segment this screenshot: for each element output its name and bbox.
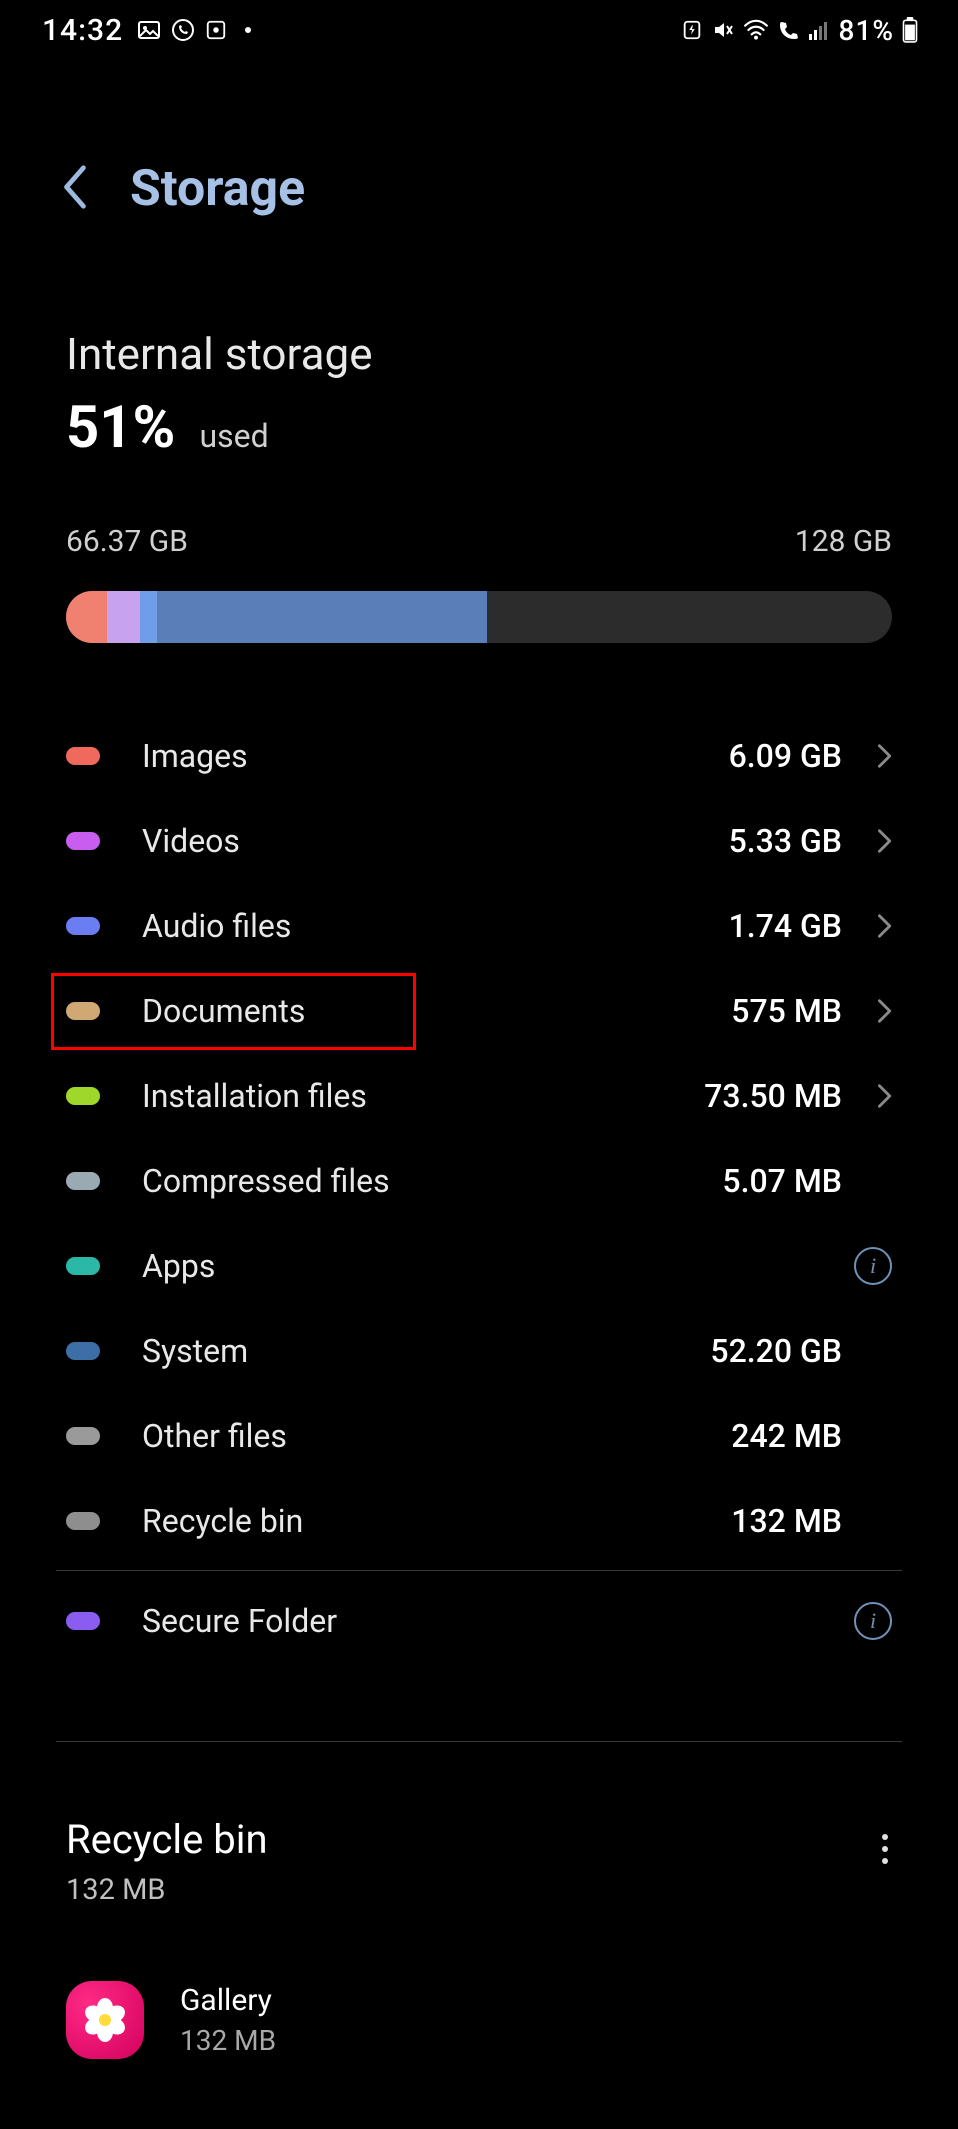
recycle-app-size: 132 MB bbox=[180, 2024, 276, 2057]
category-color-pill bbox=[66, 917, 100, 935]
status-bar: 14:32 81% bbox=[0, 0, 958, 60]
page-header: Storage bbox=[0, 60, 958, 218]
category-label: Compressed files bbox=[142, 1162, 722, 1200]
category-size: 1.74 GB bbox=[729, 907, 842, 945]
flower-icon bbox=[85, 2000, 125, 2040]
category-label: Audio files bbox=[142, 907, 729, 945]
used-gb: 66.37 GB bbox=[66, 524, 188, 559]
chevron-right-icon bbox=[842, 912, 892, 940]
call-icon bbox=[777, 18, 801, 42]
signal-icon bbox=[809, 20, 831, 40]
category-size: 5.07 MB bbox=[722, 1162, 842, 1200]
category-size: 575 MB bbox=[731, 992, 842, 1030]
category-color-pill bbox=[66, 1612, 100, 1630]
category-color-pill bbox=[66, 1427, 100, 1445]
divider bbox=[56, 1570, 902, 1571]
used-label: used bbox=[199, 417, 268, 455]
category-size: 5.33 GB bbox=[729, 822, 842, 860]
recycle-app-row[interactable]: Gallery 132 MB bbox=[66, 1981, 892, 2059]
category-label: System bbox=[142, 1332, 710, 1370]
category-installation[interactable]: Installation files73.50 MB bbox=[56, 1053, 902, 1138]
category-size: 73.50 MB bbox=[704, 1077, 842, 1115]
usage-segment bbox=[140, 591, 157, 643]
chevron-right-icon bbox=[842, 997, 892, 1025]
category-color-pill bbox=[66, 1172, 100, 1190]
category-label: Images bbox=[142, 737, 729, 775]
category-documents[interactable]: Documents575 MB bbox=[56, 968, 902, 1053]
category-audio[interactable]: Audio files1.74 GB bbox=[56, 883, 902, 968]
status-left: 14:32 bbox=[42, 13, 251, 48]
chevron-right-icon bbox=[842, 827, 892, 855]
page-title: Storage bbox=[130, 160, 305, 218]
category-images[interactable]: Images6.09 GB bbox=[56, 713, 902, 798]
recycle-bin-title: Recycle bin bbox=[66, 1816, 268, 1863]
category-color-pill bbox=[66, 1087, 100, 1105]
chevron-right-icon bbox=[842, 1082, 892, 1110]
storage-summary: Internal storage 51% used 66.37 GB 128 G… bbox=[0, 218, 958, 643]
category-label: Documents bbox=[142, 992, 731, 1030]
category-color-pill bbox=[66, 832, 100, 850]
category-size: 6.09 GB bbox=[729, 737, 842, 775]
status-right: 81% bbox=[681, 14, 918, 47]
category-label: Installation files bbox=[142, 1077, 704, 1115]
category-color-pill bbox=[66, 747, 100, 765]
category-compressed: Compressed files5.07 MB bbox=[56, 1138, 902, 1223]
power-save-icon bbox=[681, 19, 703, 41]
recycle-app-name: Gallery bbox=[180, 1983, 276, 2018]
internal-storage-label: Internal storage bbox=[66, 328, 892, 380]
category-other: Other files242 MB bbox=[56, 1393, 902, 1478]
category-label: Other files bbox=[142, 1417, 731, 1455]
info-icon[interactable]: i bbox=[842, 1247, 892, 1285]
category-label: Videos bbox=[142, 822, 729, 860]
gallery-app-icon bbox=[66, 1981, 144, 2059]
total-gb: 128 GB bbox=[795, 524, 892, 559]
usage-bar bbox=[66, 591, 892, 643]
whatsapp-icon bbox=[171, 18, 195, 42]
category-system: System52.20 GB bbox=[56, 1308, 902, 1393]
category-size: 52.20 GB bbox=[710, 1332, 842, 1370]
category-videos[interactable]: Videos5.33 GB bbox=[56, 798, 902, 883]
usage-segment bbox=[107, 591, 140, 643]
usage-segment bbox=[157, 591, 487, 643]
category-label: Recycle bin bbox=[142, 1502, 731, 1540]
category-size: 132 MB bbox=[731, 1502, 842, 1540]
category-color-pill bbox=[66, 1512, 100, 1530]
category-label: Secure Folder bbox=[142, 1602, 842, 1640]
battery-percent: 81% bbox=[839, 14, 894, 47]
app-notif-icon bbox=[205, 19, 227, 41]
chevron-right-icon bbox=[842, 742, 892, 770]
category-recyclebin: Recycle bin132 MB bbox=[56, 1478, 902, 1563]
recycle-bin-size: 132 MB bbox=[66, 1873, 268, 1907]
category-label: Apps bbox=[142, 1247, 842, 1285]
photos-icon bbox=[137, 18, 161, 42]
category-apps[interactable]: Appsi bbox=[56, 1223, 902, 1308]
overflow-menu-button[interactable] bbox=[882, 1816, 892, 1864]
wifi-icon bbox=[743, 19, 769, 41]
category-color-pill bbox=[66, 1257, 100, 1275]
usage-segment bbox=[66, 591, 107, 643]
mute-icon bbox=[711, 18, 735, 42]
battery-icon bbox=[902, 17, 918, 43]
back-button[interactable] bbox=[60, 163, 90, 215]
category-color-pill bbox=[66, 1002, 100, 1020]
info-icon[interactable]: i bbox=[842, 1602, 892, 1640]
category-list: Images6.09 GBVideos5.33 GBAudio files1.7… bbox=[0, 643, 958, 1663]
more-notif-dot bbox=[245, 27, 251, 33]
category-securefolder[interactable]: Secure Folderi bbox=[56, 1578, 902, 1663]
category-size: 242 MB bbox=[731, 1417, 842, 1455]
storage-percent: 51% bbox=[66, 394, 175, 462]
status-time: 14:32 bbox=[42, 13, 123, 48]
recycle-bin-section: Recycle bin 132 MB Gallery 132 MB bbox=[0, 1742, 958, 2059]
category-color-pill bbox=[66, 1342, 100, 1360]
